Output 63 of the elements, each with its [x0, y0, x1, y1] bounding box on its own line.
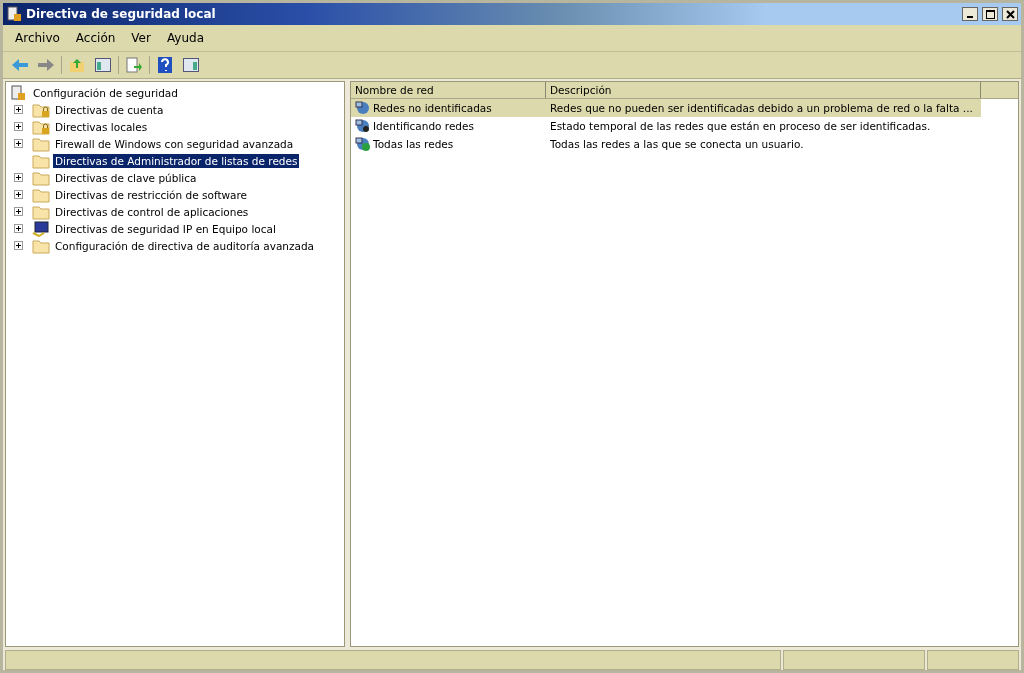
export-button[interactable]: [123, 55, 145, 75]
tree-item[interactable]: Directivas locales: [53, 119, 150, 134]
folder-up-icon: [69, 57, 85, 73]
close-button[interactable]: [1002, 7, 1018, 21]
network-icon: [355, 136, 371, 152]
folder-icon: [32, 203, 50, 220]
list-row[interactable]: Identificando redes Estado temporal de las redes que están en proceso de ser identificadas.: [351, 117, 981, 135]
expand-icon[interactable]: [14, 105, 23, 114]
expand-icon[interactable]: [14, 207, 23, 216]
action-pane-button[interactable]: [180, 55, 202, 75]
network-icon: [355, 118, 371, 134]
column-header[interactable]: Nombre de red: [351, 82, 546, 98]
expand-icon[interactable]: [14, 224, 23, 233]
expand-icon[interactable]: [14, 190, 23, 199]
tree-item[interactable]: Directivas de restricción de software: [53, 187, 250, 202]
network-description: Todas las redes a las que se conecta un usuario.: [550, 138, 804, 150]
expand-icon[interactable]: [14, 241, 23, 250]
maximize-button[interactable]: [982, 7, 998, 21]
folder-icon: [32, 169, 50, 186]
network-description: Redes que no pueden ser identificadas debido a un problema de red o la falta ...: [550, 102, 973, 114]
tree-item[interactable]: Directivas de Administrador de listas de redes: [53, 153, 300, 168]
window-title: Directiva de seguridad local: [26, 7, 217, 21]
network-name: Identificando redes: [373, 120, 474, 132]
show-tree-button[interactable]: [92, 55, 114, 75]
help-icon: [158, 57, 172, 73]
tree-item[interactable]: Configuración de seguridad: [31, 85, 180, 100]
policy-icon: [10, 84, 26, 101]
right-arrow-icon: [37, 58, 55, 72]
tree-item[interactable]: Firewall de Windows con seguridad avanzada: [53, 136, 296, 151]
tree-item[interactable]: Directivas de cuenta: [53, 102, 166, 117]
folder-icon: [32, 152, 50, 169]
close-icon: [1005, 9, 1015, 19]
panel-icon: [95, 58, 111, 72]
column-header[interactable]: Descripción: [546, 82, 981, 98]
network-description: Estado temporal de las redes que están en proceso de ser identificadas.: [550, 120, 931, 132]
tree-item[interactable]: Directivas de seguridad IP en Equipo local: [53, 221, 278, 236]
network-name: Todas las redes: [373, 138, 454, 150]
folder-icon: [32, 186, 50, 203]
minimize-button[interactable]: [962, 7, 978, 21]
expand-icon[interactable]: [14, 139, 23, 148]
maximize-icon: [985, 9, 995, 19]
network-icon: [355, 100, 371, 116]
panel-icon: [183, 58, 199, 72]
locked-folder-icon: [32, 118, 50, 135]
locked-folder-icon: [32, 101, 50, 118]
list-row[interactable]: Redes no identificadas Redes que no pueden ser identificadas debido a un problema de red o la falta ...: [351, 99, 981, 117]
menu-item[interactable]: Ver: [125, 29, 157, 47]
export-list-icon: [126, 57, 142, 73]
network-name: Redes no identificadas: [373, 102, 492, 114]
folder-icon: [32, 237, 50, 254]
tree-item[interactable]: Directivas de clave pública: [53, 170, 199, 185]
tree-item[interactable]: Directivas de control de aplicaciones: [53, 204, 251, 219]
folder-icon: [32, 135, 50, 152]
tree-item[interactable]: Configuración de directiva de auditoría avanzada: [53, 238, 317, 253]
policy-icon: [6, 6, 22, 22]
expand-icon[interactable]: [14, 122, 23, 131]
expand-icon[interactable]: [14, 173, 23, 182]
menu-item[interactable]: Ayuda: [160, 29, 210, 47]
menu-item[interactable]: Archivo: [9, 29, 66, 47]
list-row[interactable]: Todas las redes Todas las redes a las que se conecta un usuario.: [351, 135, 981, 153]
menu-item[interactable]: Acción: [69, 29, 122, 47]
computer-icon: [32, 220, 50, 237]
left-arrow-icon: [11, 58, 29, 72]
